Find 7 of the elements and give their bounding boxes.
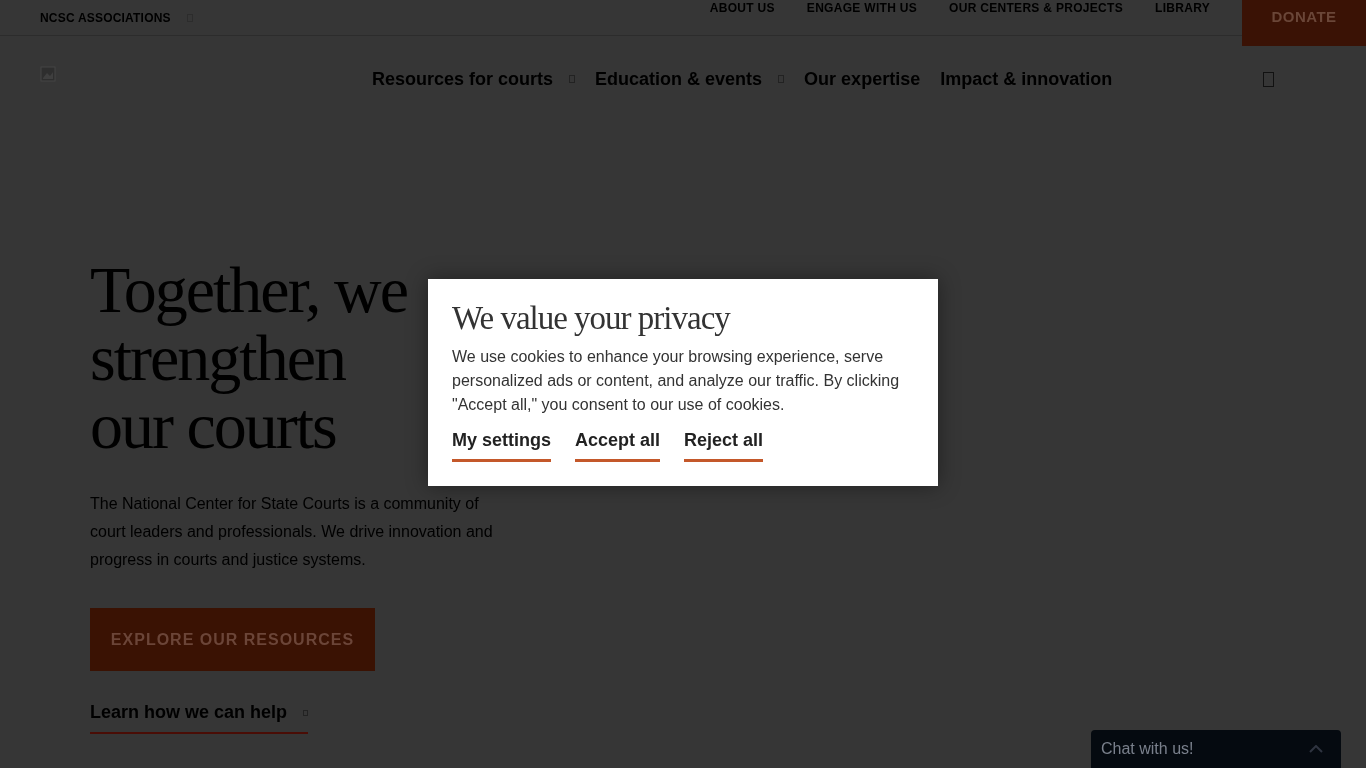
dialog-button[interactable]: Reject all bbox=[684, 426, 764, 462]
dialog-title: We value your privacy bbox=[452, 299, 732, 338]
dialog-button[interactable]: My settings bbox=[452, 426, 552, 462]
chat-label: Chat with us! bbox=[1101, 739, 1194, 759]
chat-widget[interactable]: Chat with us! bbox=[1091, 730, 1341, 768]
dialog-button[interactable]: Accept all bbox=[575, 426, 661, 462]
dialog-text: We use cookies to enhance your browsing experience, serve personalized ads or content, and analyze our traffic. By clicking "Accept all," you consent to our use of cookies. bbox=[452, 346, 901, 415]
